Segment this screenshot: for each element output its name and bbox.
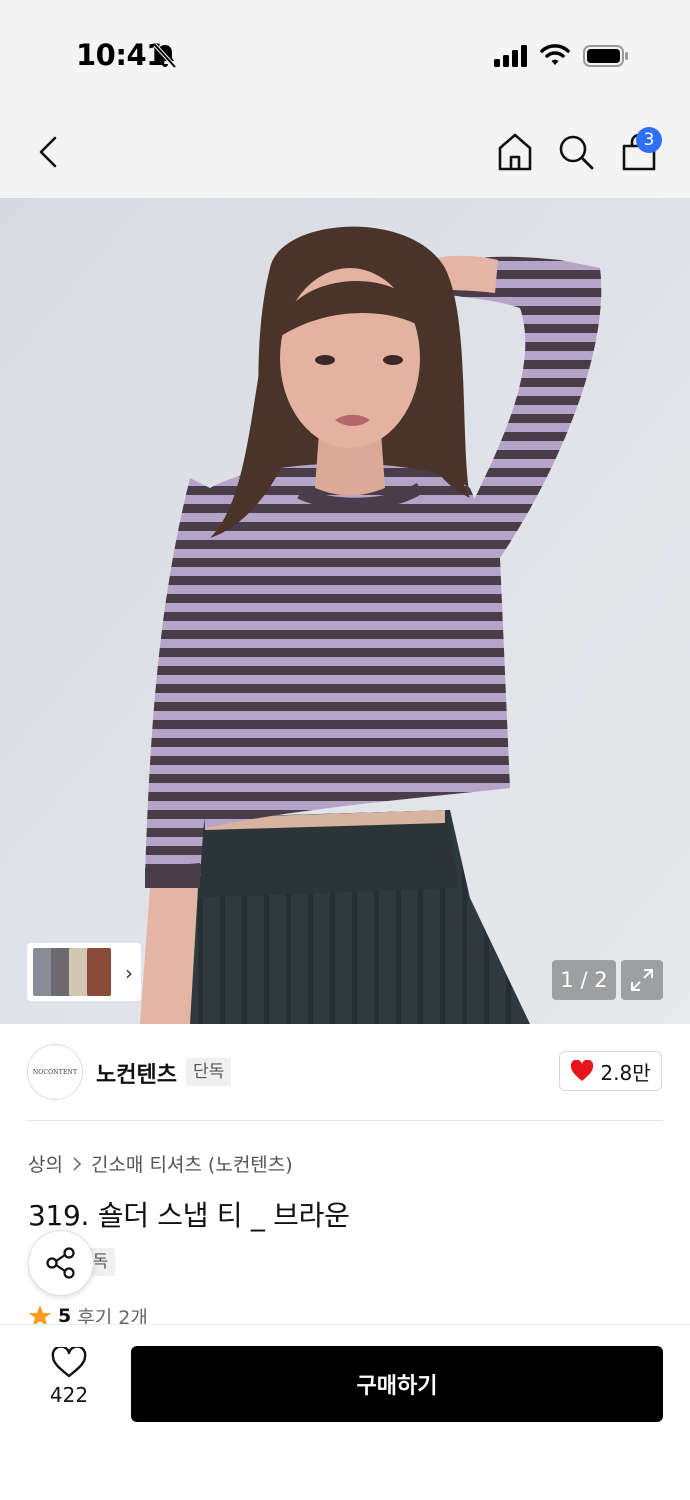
back-button[interactable] [30,132,66,172]
brand-like-count: 2.8만 [600,1060,651,1085]
home-icon [498,133,532,171]
brand-logo-text: NOCONTENT [32,1068,78,1076]
thumbnail-strip[interactable]: › [27,943,141,1001]
expand-button[interactable] [621,960,663,1000]
battery-icon [583,45,628,67]
product-title: 319. 숄더 스냅 티 _ 브라운 [28,1199,350,1232]
brand-name[interactable]: 노컨텐츠 [96,1057,177,1089]
chevron-right-icon [73,1156,82,1171]
home-button[interactable] [494,130,536,174]
cart-count-badge: 3 [636,127,662,153]
thumbnail[interactable] [87,948,111,996]
heart-filled-icon [571,1060,594,1081]
buy-button[interactable]: 구매하기 [131,1346,663,1422]
product-image-gallery[interactable] [0,198,690,1024]
bell-slash-icon [153,43,177,69]
cellular-signal-icon [494,45,527,67]
wifi-icon [540,44,570,65]
wishlist-button[interactable]: 422 [36,1347,102,1417]
search-icon [559,135,594,170]
brand-like-button[interactable]: 2.8만 [559,1051,662,1091]
top-nav-bar: 3 [0,108,690,198]
exclusive-badge: 단독 [186,1058,232,1086]
search-button[interactable] [556,130,596,174]
breadcrumb-item[interactable]: 긴소매 티셔츠 (노컨텐츠) [91,1150,293,1177]
product-photo [0,198,690,1024]
wishlist-count: 422 [49,1383,89,1407]
share-button[interactable] [28,1230,94,1296]
breadcrumb-item[interactable]: 상의 [28,1150,63,1177]
image-counter: 1 / 2 [552,960,616,1000]
bottom-action-bar: 422 구매하기 [0,1324,690,1500]
brand-row: NOCONTENT 노컨텐츠 단독 2.8만 [0,1024,690,1120]
category-breadcrumb: 상의 긴소매 티셔츠 (노컨텐츠) [28,1150,293,1177]
expand-arrows-icon [631,969,653,991]
chevron-right-icon[interactable]: › [125,961,133,985]
status-bar: 10:41 [0,0,690,108]
heart-outline-icon [51,1347,87,1378]
share-icon [46,1247,75,1279]
divider [27,1120,663,1121]
brand-logo[interactable]: NOCONTENT [27,1044,83,1100]
back-chevron-icon [39,136,57,168]
